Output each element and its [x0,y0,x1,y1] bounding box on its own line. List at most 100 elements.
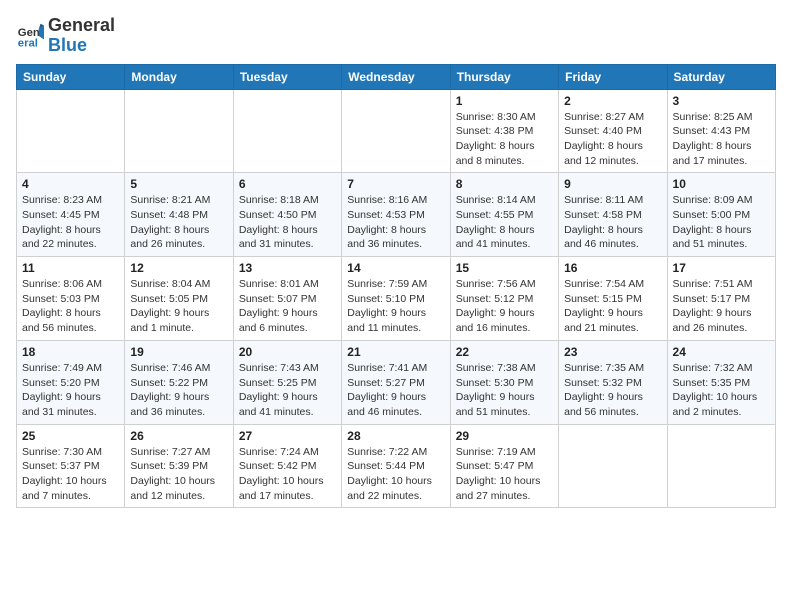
calendar-table: SundayMondayTuesdayWednesdayThursdayFrid… [16,64,776,509]
calendar-cell [17,89,125,173]
day-info: Sunrise: 7:51 AM Sunset: 5:17 PM Dayligh… [673,277,770,336]
calendar-cell: 19 Sunrise: 7:46 AM Sunset: 5:22 PM Dayli… [125,340,233,424]
day-number: 8 [456,177,553,191]
calendar-cell: 17 Sunrise: 7:51 AM Sunset: 5:17 PM Dayli… [667,257,775,341]
calendar-cell: 26 Sunrise: 7:27 AM Sunset: 5:39 PM Dayli… [125,424,233,508]
calendar-cell: 24 Sunrise: 7:32 AM Sunset: 5:35 PM Dayli… [667,340,775,424]
calendar-cell: 20 Sunrise: 7:43 AM Sunset: 5:25 PM Dayli… [233,340,341,424]
day-info: Sunrise: 7:27 AM Sunset: 5:39 PM Dayligh… [130,445,227,504]
calendar-cell: 2Sunrise: 8:27 AM Sunset: 4:40 PM Daylig… [559,89,667,173]
weekday-header: Tuesday [233,64,341,89]
day-info: Sunrise: 8:30 AM Sunset: 4:38 PM Dayligh… [456,110,553,169]
calendar-cell: 13 Sunrise: 8:01 AM Sunset: 5:07 PM Dayli… [233,257,341,341]
calendar-cell: 4 Sunrise: 8:23 AM Sunset: 4:45 PM Daylig… [17,173,125,257]
weekday-header: Monday [125,64,233,89]
day-info: Sunrise: 8:04 AM Sunset: 5:05 PM Dayligh… [130,277,227,336]
day-info: Sunrise: 8:06 AM Sunset: 5:03 PM Dayligh… [22,277,119,336]
calendar-cell [667,424,775,508]
day-number: 15 [456,261,553,275]
logo-text: GeneralBlue [48,16,115,56]
day-info: Sunrise: 8:11 AM Sunset: 4:58 PM Dayligh… [564,193,661,252]
calendar-cell: 16 Sunrise: 7:54 AM Sunset: 5:15 PM Dayli… [559,257,667,341]
calendar-cell: 29 Sunrise: 7:19 AM Sunset: 5:47 PM Dayli… [450,424,558,508]
calendar-cell: 8 Sunrise: 8:14 AM Sunset: 4:55 PM Daylig… [450,173,558,257]
day-number: 28 [347,429,444,443]
calendar-week-row: 4 Sunrise: 8:23 AM Sunset: 4:45 PM Daylig… [17,173,776,257]
day-info: Sunrise: 7:19 AM Sunset: 5:47 PM Dayligh… [456,445,553,504]
day-info: Sunrise: 7:22 AM Sunset: 5:44 PM Dayligh… [347,445,444,504]
calendar-cell: 12 Sunrise: 8:04 AM Sunset: 5:05 PM Dayli… [125,257,233,341]
day-number: 23 [564,345,661,359]
day-info: Sunrise: 8:14 AM Sunset: 4:55 PM Dayligh… [456,193,553,252]
svg-text:eral: eral [18,37,38,49]
weekday-header: Wednesday [342,64,450,89]
day-number: 25 [22,429,119,443]
day-number: 21 [347,345,444,359]
calendar-cell: 6 Sunrise: 8:18 AM Sunset: 4:50 PM Daylig… [233,173,341,257]
calendar-cell: 5 Sunrise: 8:21 AM Sunset: 4:48 PM Daylig… [125,173,233,257]
calendar-week-row: 18Sunrise: 7:49 AM Sunset: 5:20 PM Dayli… [17,340,776,424]
calendar-header-row: SundayMondayTuesdayWednesdayThursdayFrid… [17,64,776,89]
calendar-week-row: 25 Sunrise: 7:30 AM Sunset: 5:37 PM Dayli… [17,424,776,508]
calendar-cell: 1 Sunrise: 8:30 AM Sunset: 4:38 PM Daylig… [450,89,558,173]
calendar-cell: 15 Sunrise: 7:56 AM Sunset: 5:12 PM Dayli… [450,257,558,341]
calendar-cell: 3Sunrise: 8:25 AM Sunset: 4:43 PM Daylig… [667,89,775,173]
day-number: 24 [673,345,770,359]
day-number: 6 [239,177,336,191]
day-info: Sunrise: 7:24 AM Sunset: 5:42 PM Dayligh… [239,445,336,504]
day-info: Sunrise: 7:49 AM Sunset: 5:20 PM Dayligh… [22,361,119,420]
day-info: Sunrise: 7:35 AM Sunset: 5:32 PM Dayligh… [564,361,661,420]
day-number: 14 [347,261,444,275]
day-number: 9 [564,177,661,191]
calendar-cell: 23 Sunrise: 7:35 AM Sunset: 5:32 PM Dayli… [559,340,667,424]
day-number: 12 [130,261,227,275]
day-info: Sunrise: 7:54 AM Sunset: 5:15 PM Dayligh… [564,277,661,336]
calendar-cell: 28 Sunrise: 7:22 AM Sunset: 5:44 PM Dayli… [342,424,450,508]
day-number: 4 [22,177,119,191]
day-number: 17 [673,261,770,275]
day-info: Sunrise: 7:46 AM Sunset: 5:22 PM Dayligh… [130,361,227,420]
day-number: 5 [130,177,227,191]
day-info: Sunrise: 8:18 AM Sunset: 4:50 PM Dayligh… [239,193,336,252]
day-number: 11 [22,261,119,275]
day-info: Sunrise: 8:01 AM Sunset: 5:07 PM Dayligh… [239,277,336,336]
calendar-cell [559,424,667,508]
calendar-cell: 27Sunrise: 7:24 AM Sunset: 5:42 PM Dayli… [233,424,341,508]
day-number: 19 [130,345,227,359]
day-number: 1 [456,94,553,108]
calendar-week-row: 1 Sunrise: 8:30 AM Sunset: 4:38 PM Daylig… [17,89,776,173]
calendar-cell: 14Sunrise: 7:59 AM Sunset: 5:10 PM Dayli… [342,257,450,341]
calendar-cell [125,89,233,173]
calendar-cell [233,89,341,173]
day-info: Sunrise: 7:41 AM Sunset: 5:27 PM Dayligh… [347,361,444,420]
calendar-cell: 9 Sunrise: 8:11 AM Sunset: 4:58 PM Daylig… [559,173,667,257]
page-header: Gen eral GeneralBlue [16,16,776,56]
day-number: 3 [673,94,770,108]
day-number: 29 [456,429,553,443]
day-info: Sunrise: 7:38 AM Sunset: 5:30 PM Dayligh… [456,361,553,420]
day-number: 16 [564,261,661,275]
day-info: Sunrise: 7:32 AM Sunset: 5:35 PM Dayligh… [673,361,770,420]
day-number: 10 [673,177,770,191]
day-info: Sunrise: 8:21 AM Sunset: 4:48 PM Dayligh… [130,193,227,252]
day-info: Sunrise: 8:27 AM Sunset: 4:40 PM Dayligh… [564,110,661,169]
weekday-header: Thursday [450,64,558,89]
day-info: Sunrise: 7:43 AM Sunset: 5:25 PM Dayligh… [239,361,336,420]
weekday-header: Sunday [17,64,125,89]
day-number: 13 [239,261,336,275]
day-number: 22 [456,345,553,359]
calendar-cell [342,89,450,173]
day-info: Sunrise: 8:16 AM Sunset: 4:53 PM Dayligh… [347,193,444,252]
calendar-cell: 18Sunrise: 7:49 AM Sunset: 5:20 PM Dayli… [17,340,125,424]
day-info: Sunrise: 8:23 AM Sunset: 4:45 PM Dayligh… [22,193,119,252]
logo: Gen eral GeneralBlue [16,16,115,56]
calendar-cell: 7 Sunrise: 8:16 AM Sunset: 4:53 PM Daylig… [342,173,450,257]
day-info: Sunrise: 7:30 AM Sunset: 5:37 PM Dayligh… [22,445,119,504]
day-number: 20 [239,345,336,359]
logo-icon: Gen eral [16,22,44,50]
day-number: 26 [130,429,227,443]
day-number: 7 [347,177,444,191]
calendar-cell: 22 Sunrise: 7:38 AM Sunset: 5:30 PM Dayli… [450,340,558,424]
calendar-cell: 21 Sunrise: 7:41 AM Sunset: 5:27 PM Dayli… [342,340,450,424]
day-info: Sunrise: 7:56 AM Sunset: 5:12 PM Dayligh… [456,277,553,336]
